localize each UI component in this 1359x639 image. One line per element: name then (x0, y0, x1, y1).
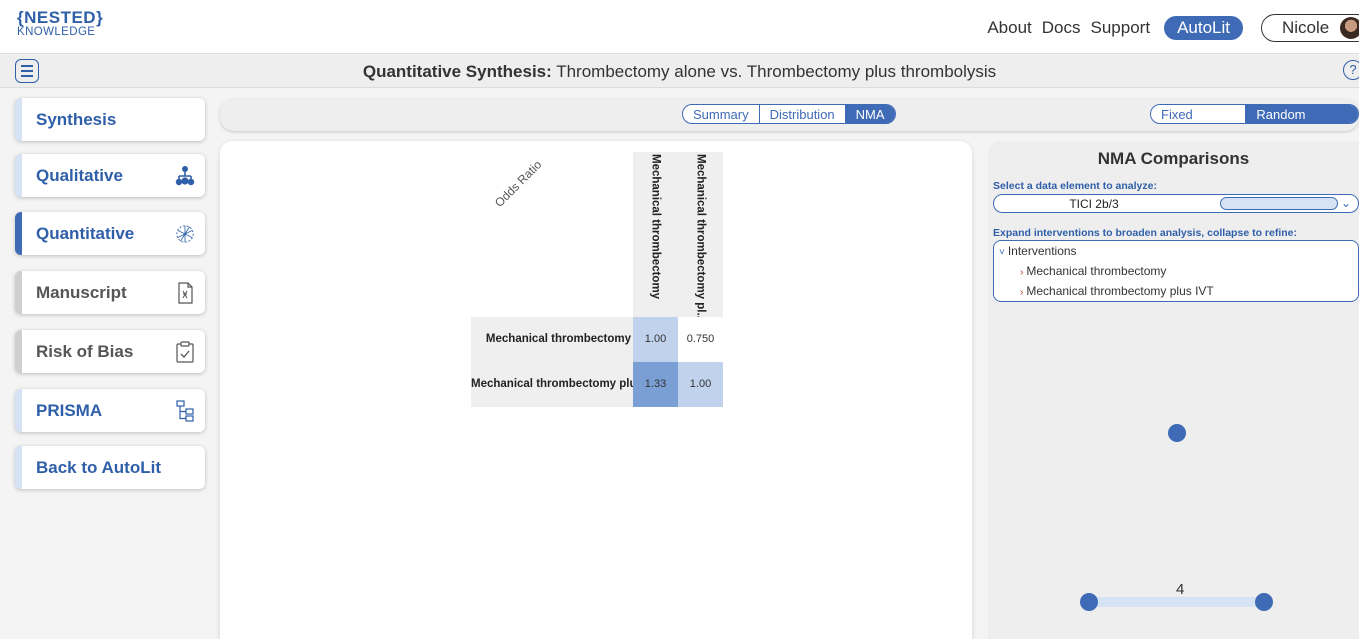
network-graph (1080, 424, 1273, 611)
nav-about-link[interactable]: About (987, 18, 1031, 38)
top-bar: {NESTED} KNOWLEDGE About Docs Support Au… (0, 0, 1359, 54)
sidebar-item-manuscript[interactable]: Manuscript (15, 271, 205, 314)
column-header-label: Mechanical thrombectomy (649, 154, 662, 300)
matrix-cell[interactable]: 1.00 (633, 317, 678, 362)
logo-line2: KNOWLEDGE (17, 26, 96, 38)
network-edge-label: 4 (1176, 581, 1185, 598)
clipboard-check-icon (176, 341, 194, 363)
column-header: Mechanical thrombectomy (633, 152, 678, 317)
autolit-button[interactable]: AutoLit (1164, 16, 1243, 40)
sidebar-item-quantitative[interactable]: Quantitative (15, 212, 205, 255)
sidebar-item-label: PRISMA (36, 400, 103, 420)
top-nav: About Docs Support AutoLit Nicole (987, 14, 1359, 42)
logo-line1: {NESTED} (17, 8, 104, 27)
tab-summary[interactable]: Summary (683, 105, 760, 123)
effects-tabs: Fixed Effects Random Effects (1150, 104, 1359, 124)
tab-fixed-effects[interactable]: Fixed Effects (1151, 105, 1247, 123)
network-node[interactable] (1255, 593, 1273, 611)
sidebar-item-label: Synthesis (36, 109, 117, 129)
sidebar-item-prisma[interactable]: PRISMA (15, 389, 205, 432)
matrix-cell[interactable]: 1.00 (678, 362, 723, 407)
column-header: Mechanical thrombectomy pl... (678, 152, 723, 322)
row-header: Mechanical thrombectomy plus (471, 362, 643, 407)
page-title-rest: Thrombectomy alone vs. Thrombectomy plus… (551, 62, 997, 81)
nav-support-link[interactable]: Support (1091, 18, 1151, 38)
sidebar-item-label: Risk of Bias (36, 341, 134, 361)
view-tab-bar: Summary Distribution NMA Fixed Effects R… (220, 99, 1359, 131)
title-bar: Quantitative Synthesis: Thrombectomy alo… (0, 55, 1359, 88)
page-title: Quantitative Synthesis: Thrombectomy alo… (0, 62, 1359, 82)
logo[interactable]: {NESTED} KNOWLEDGE (17, 9, 103, 39)
view-tabs: Summary Distribution NMA (682, 104, 896, 124)
row-header: Mechanical thrombectomy (471, 317, 633, 362)
sidebar-item-label: Back to AutoLit (36, 457, 161, 477)
matrix-cell[interactable]: 1.33 (633, 362, 678, 407)
tab-nma[interactable]: NMA (845, 105, 895, 123)
sidebar-item-risk-of-bias[interactable]: Risk of Bias (15, 330, 205, 373)
sidebar-item-label: Manuscript (36, 282, 127, 302)
sidebar-item-back-to-autolit[interactable]: Back to AutoLit (15, 446, 205, 489)
sidebar-item-label: Quantitative (36, 223, 135, 243)
sidebar-item-qualitative[interactable]: Qualitative (15, 154, 205, 197)
user-menu-button[interactable]: Nicole (1261, 14, 1359, 42)
page-title-bold: Quantitative Synthesis: (362, 62, 552, 81)
hierarchy-icon (175, 166, 195, 186)
sidebar-item-label: Qualitative (36, 165, 123, 185)
starburst-icon (176, 225, 194, 243)
network-node[interactable] (1080, 593, 1098, 611)
tab-random-effects[interactable]: Random Effects (1246, 105, 1358, 123)
column-header-label: Mechanical thrombectomy pl... (694, 154, 707, 323)
help-icon[interactable]: ? (1343, 60, 1359, 80)
tab-distribution[interactable]: Distribution (760, 105, 846, 123)
sidebar-item-synthesis[interactable]: Synthesis (15, 98, 205, 141)
nav-docs-link[interactable]: Docs (1042, 18, 1081, 38)
matrix-cell[interactable]: 0.750 (678, 317, 723, 362)
document-icon (178, 282, 193, 304)
network-node[interactable] (1168, 424, 1186, 442)
avatar (1340, 17, 1359, 39)
user-name: Nicole (1282, 18, 1330, 37)
flowchart-icon (176, 400, 194, 422)
